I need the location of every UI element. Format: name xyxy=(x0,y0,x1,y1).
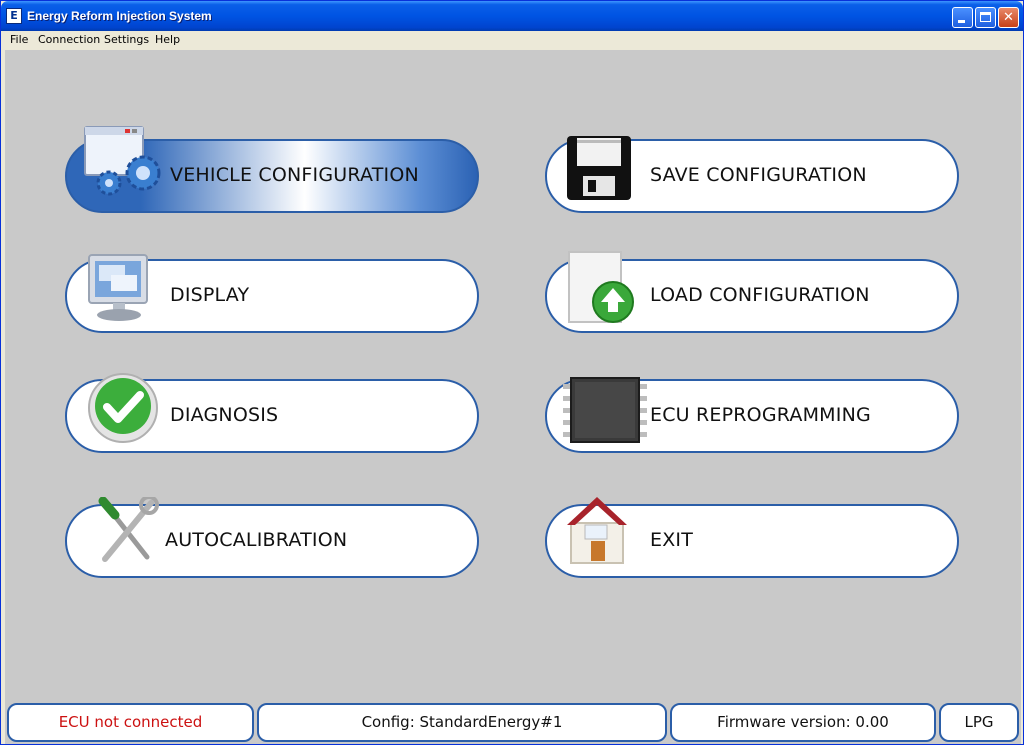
vehicle-configuration-label: VEHICLE CONFIGURATION xyxy=(170,164,419,186)
app-window: E Energy Reform Injection System ✕ File … xyxy=(0,0,1024,745)
menu-connection[interactable]: Connection xyxy=(38,33,100,46)
menu-help[interactable]: Help xyxy=(155,33,180,46)
maximize-button[interactable] xyxy=(975,7,996,28)
menu-settings[interactable]: Settings xyxy=(104,33,149,46)
monitor-icon xyxy=(88,254,148,321)
load-configuration-label: LOAD CONFIGURATION xyxy=(650,284,870,306)
display-label: DISPLAY xyxy=(170,284,250,306)
status-bar: ECU not connected Config: StandardEnergy… xyxy=(5,702,1021,744)
minimize-icon xyxy=(958,20,965,23)
tools-icon xyxy=(98,497,159,562)
maximize-icon xyxy=(980,12,991,22)
settings-window-icon xyxy=(84,126,161,196)
exit-label: EXIT xyxy=(650,529,694,551)
menu-file[interactable]: File xyxy=(10,33,28,46)
floppy-disk-icon xyxy=(567,136,631,200)
firmware-status: Firmware version: 0.00 xyxy=(670,703,936,742)
chip-icon xyxy=(563,377,647,443)
fuel-status: LPG xyxy=(939,703,1019,742)
menu-bar: File Connection Settings Help xyxy=(5,31,1021,49)
upload-document-icon xyxy=(568,251,634,323)
config-status: Config: StandardEnergy#1 xyxy=(257,703,667,742)
window-title: Energy Reform Injection System xyxy=(27,9,212,23)
ecu-reprogramming-label: ECU REPROGRAMMING xyxy=(650,404,871,426)
diagnosis-label: DIAGNOSIS xyxy=(170,404,279,426)
title-bar[interactable]: E Energy Reform Injection System ✕ xyxy=(1,1,1023,31)
save-configuration-label: SAVE CONFIGURATION xyxy=(650,164,867,186)
home-icon xyxy=(567,497,627,564)
main-panel: VEHICLE CONFIGURATION SAVE CONFIGURATION… xyxy=(5,50,1021,702)
autocalibration-label: AUTOCALIBRATION xyxy=(165,529,348,551)
app-icon: E xyxy=(6,8,22,24)
close-button[interactable]: ✕ xyxy=(998,7,1019,28)
checkmark-icon xyxy=(88,373,158,443)
close-icon: ✕ xyxy=(1003,10,1014,25)
minimize-button[interactable] xyxy=(952,7,973,28)
ecu-status: ECU not connected xyxy=(7,703,254,742)
